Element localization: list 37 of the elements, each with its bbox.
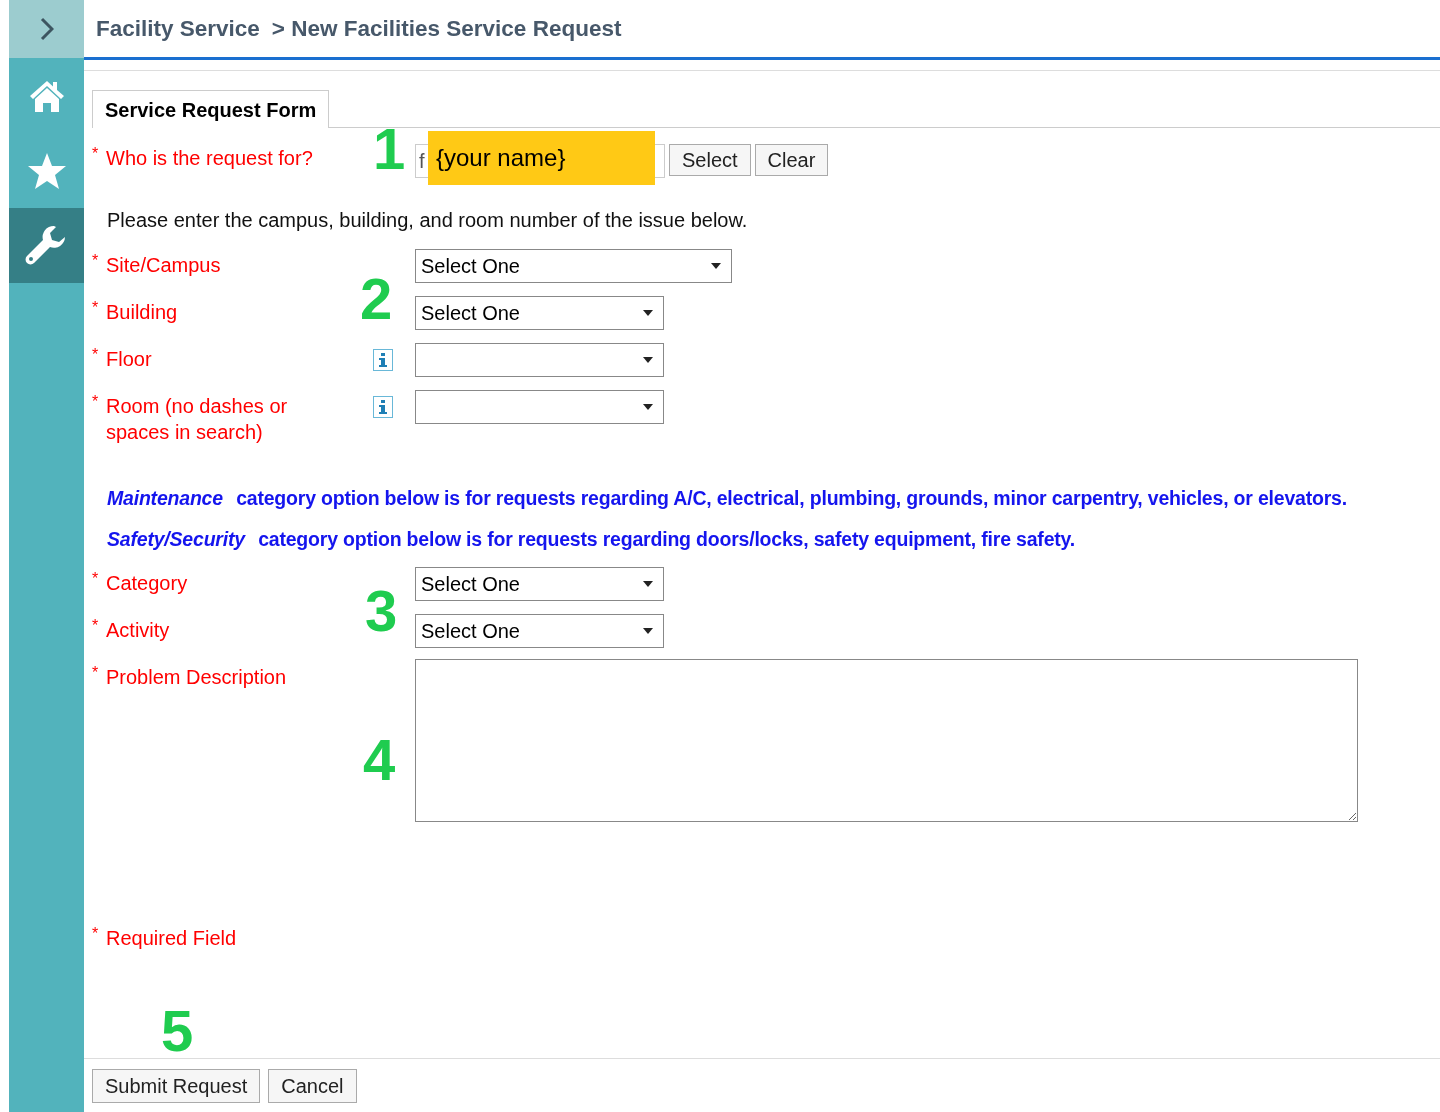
field-label: Floor — [106, 347, 153, 372]
required-asterisk: * — [92, 664, 100, 683]
lookup-button[interactable]: Clear — [754, 144, 829, 176]
required-asterisk: * — [92, 346, 100, 365]
required-asterisk: * — [92, 570, 100, 589]
field-label: Site/Campus — [106, 253, 222, 278]
step-number: 3 — [365, 582, 398, 640]
field-label: Room (no dashes or spaces in search) — [106, 394, 289, 445]
field-label: Category — [106, 571, 189, 596]
step-number: 4 — [363, 731, 396, 789]
dropdown[interactable]: Select One — [415, 296, 664, 330]
field-label: Activity — [106, 618, 171, 643]
form-button[interactable]: Submit Request — [92, 1069, 261, 1103]
required-asterisk: * — [92, 145, 100, 164]
form-button[interactable]: Cancel — [268, 1069, 357, 1103]
lookup-button[interactable]: Select — [669, 144, 751, 176]
field-label: Who is the request for? — [106, 146, 314, 171]
required-asterisk: * — [92, 252, 100, 271]
dropdown[interactable]: Select One — [415, 567, 664, 601]
step-number: 5 — [161, 1002, 194, 1060]
field-label: Problem Description — [106, 665, 288, 690]
tab[interactable]: Service Request Form — [92, 90, 330, 128]
required-asterisk: * — [92, 299, 100, 318]
breadcrumb-item[interactable]: > New Facilities Service Request — [271, 15, 622, 42]
dropdown[interactable]: Select One — [415, 614, 664, 648]
instruction-text: Please enter the campus, building, and room number of the issue below. — [106, 208, 749, 233]
breadcrumb-item[interactable]: Facility Service — [96, 15, 260, 42]
required-asterisk: * — [92, 617, 100, 636]
field-label: Building — [106, 300, 179, 325]
step-number: 2 — [360, 270, 393, 328]
step-number: 1 — [373, 120, 406, 178]
required-asterisk: * — [92, 925, 100, 944]
category-note: Maintenance category option below is for requests regarding A/C, electrical, plumbing, grounds, minor carpentry, vehicles, or elevators. — [107, 487, 1348, 510]
required-asterisk: * — [92, 393, 100, 412]
category-note: Safety/Security category option below is for requests regarding doors/locks, safety equipment, fire safety. — [107, 528, 1076, 551]
dropdown[interactable]: Select One — [415, 249, 732, 283]
required-note: Required Field — [106, 926, 237, 951]
